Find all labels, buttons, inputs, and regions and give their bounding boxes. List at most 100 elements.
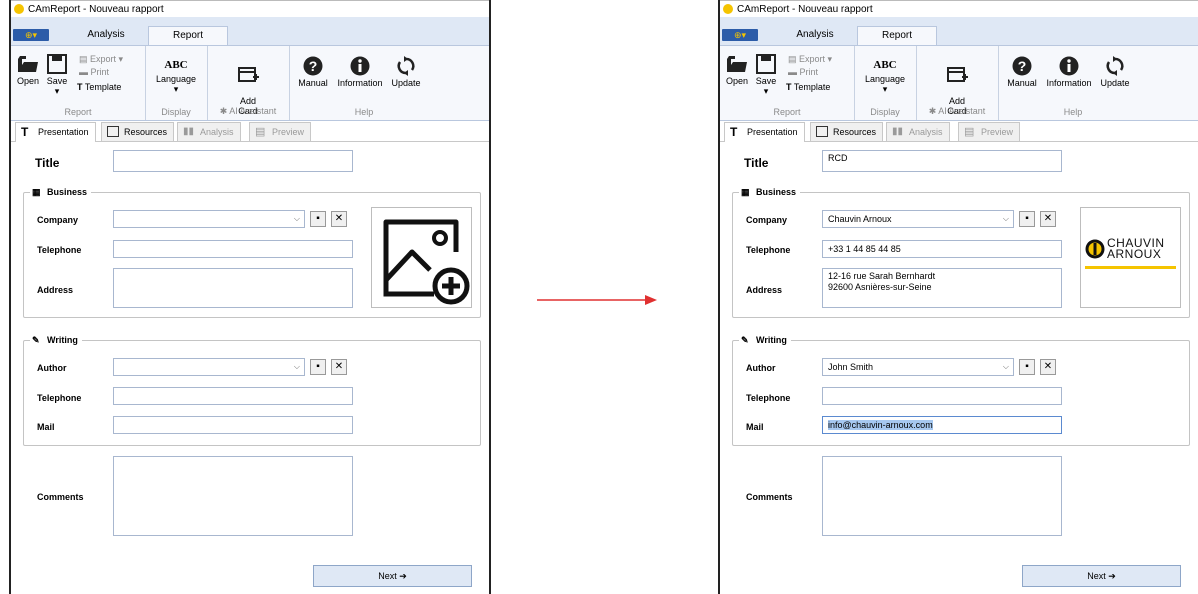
window-title: CAmReport - Nouveau rapport (737, 4, 873, 15)
open-button[interactable]: Open (724, 54, 750, 86)
author-combo[interactable]: ⌵ (113, 358, 305, 376)
ribbon-tab-report[interactable]: Report (148, 26, 228, 46)
author-label: Author (37, 363, 67, 373)
author-combo[interactable]: John Smith ⌵ (822, 358, 1014, 376)
language-button[interactable]: ABC Language ▾ (860, 56, 910, 94)
open-button[interactable]: Open (15, 54, 41, 86)
app-menu-button[interactable]: ⊕▾ (722, 29, 758, 41)
company-clear-button[interactable]: ✕ (1040, 211, 1056, 227)
next-button[interactable]: Next ➔ (313, 565, 472, 587)
author-clear-button[interactable]: ✕ (331, 359, 347, 375)
company-combo[interactable]: ⌵ (113, 210, 305, 228)
business-telephone-input[interactable] (113, 240, 353, 258)
document-icon: ▤ (255, 126, 266, 138)
help-group: ? Manual Information Update Help (998, 46, 1148, 120)
ribbon-tab-report[interactable]: Report (857, 26, 937, 46)
manual-button[interactable]: ? Manual (1006, 56, 1038, 88)
tab-analysis[interactable]: ▮▮ Analysis (886, 122, 950, 141)
manual-button[interactable]: ? Manual (297, 56, 329, 88)
title-input[interactable]: RCD (822, 150, 1062, 172)
author-save-button[interactable]: ▪ (310, 359, 326, 375)
floppy-icon: ▪ (1025, 361, 1029, 372)
tab-analysis-label: Analysis (909, 127, 943, 137)
export-button[interactable]: ▤ Export ▾ (788, 54, 832, 65)
add-image-button[interactable] (371, 207, 472, 308)
business-telephone-input[interactable]: +33 1 44 85 44 85 (822, 240, 1062, 258)
add-image-icon (383, 219, 470, 305)
bar-chart-icon: ▮▮ (892, 126, 904, 137)
update-button[interactable]: Update (389, 56, 423, 88)
tab-analysis[interactable]: ▮▮ Analysis (177, 122, 241, 141)
author-value: John Smith (828, 362, 874, 372)
template-button[interactable]: T Template (786, 82, 830, 93)
update-label: Update (391, 78, 421, 88)
save-button[interactable]: Save ▾ (45, 54, 69, 96)
logo-line-2: ARNOUX (1107, 247, 1162, 261)
document-tabs: T Presentation Resources ▮▮ Analysis ▤ Prev… (720, 121, 1198, 142)
display-group: ABC Language ▾ Display (854, 46, 917, 120)
address-input[interactable]: 12-16 rue Sarah Bernhardt 92600 Asnières… (822, 268, 1062, 308)
company-save-button[interactable]: ▪ (310, 211, 326, 227)
close-icon: ✕ (1043, 361, 1053, 372)
tab-analysis-label: Analysis (200, 127, 234, 137)
company-save-button[interactable]: ▪ (1019, 211, 1035, 227)
comments-input[interactable] (113, 456, 353, 536)
company-combo[interactable]: Chauvin Arnoux ⌵ (822, 210, 1014, 228)
tab-preview[interactable]: ▤ Preview (249, 122, 312, 141)
print-button[interactable]: ▬ Print (79, 67, 109, 78)
company-clear-button[interactable]: ✕ (331, 211, 347, 227)
language-button[interactable]: ABC Language ▾ (151, 56, 201, 94)
address-label: Address (37, 285, 74, 295)
ribbon: Open Save ▾ ▤ Export ▾ ▬ Print T Template… (11, 45, 489, 121)
floppy-icon (756, 54, 776, 74)
next-button[interactable]: Next ➔ (1022, 565, 1181, 587)
tab-presentation[interactable]: T Presentation (15, 122, 96, 142)
chevron-down-icon: ⌵ (1002, 214, 1009, 223)
information-label: Information (337, 78, 383, 88)
mail-input[interactable]: info@chauvin-arnoux.com (822, 416, 1062, 434)
information-button[interactable]: Information (1042, 56, 1096, 88)
ribbon-tab-analysis[interactable]: Analysis (772, 26, 858, 45)
company-logo-image[interactable]: CHAUVIN ARNOUX (1080, 207, 1181, 308)
tab-preview[interactable]: ▤ Preview (958, 122, 1021, 141)
tab-resources-label: Resources (833, 127, 877, 137)
abc-icon: ABC (164, 59, 188, 71)
title-label: Title (744, 156, 769, 170)
add-card-icon (238, 67, 259, 82)
author-save-button[interactable]: ▪ (1019, 359, 1035, 375)
writing-label: Writing (47, 335, 78, 345)
template-button[interactable]: T Template (77, 82, 121, 93)
mail-value: info@chauvin-arnoux.com (828, 420, 933, 430)
author-clear-button[interactable]: ✕ (1040, 359, 1056, 375)
arrow-right-icon (537, 295, 657, 305)
title-label: Title (35, 156, 60, 170)
app-menu-button[interactable]: ⊕▾ (13, 29, 49, 41)
mail-label: Mail (746, 422, 764, 432)
save-label: Save (755, 76, 777, 86)
ribbon-tab-analysis[interactable]: Analysis (63, 26, 149, 45)
save-button[interactable]: Save ▾ (754, 54, 778, 96)
manual-label: Manual (298, 78, 328, 88)
update-button[interactable]: Update (1098, 56, 1132, 88)
writing-telephone-label: Telephone (746, 393, 791, 403)
tab-presentation-label: Presentation (38, 127, 89, 137)
writing-telephone-input[interactable] (822, 387, 1062, 405)
comments-input[interactable] (822, 456, 1062, 536)
print-label: Print (90, 67, 110, 77)
title-input[interactable] (113, 150, 353, 172)
floppy-icon: ▪ (1025, 213, 1029, 224)
mail-input[interactable] (113, 416, 353, 434)
writing-telephone-input[interactable] (113, 387, 353, 405)
information-label: Information (1046, 78, 1092, 88)
window-title: CAmReport - Nouveau rapport (28, 4, 164, 15)
export-button[interactable]: ▤ Export ▾ (79, 54, 123, 65)
tab-resources[interactable]: Resources (101, 122, 175, 141)
question-icon: ? (303, 56, 323, 76)
print-button[interactable]: ▬ Print (788, 67, 818, 78)
document-icon: ▤ (964, 126, 975, 138)
address-input[interactable] (113, 268, 353, 308)
tab-resources[interactable]: Resources (810, 122, 884, 141)
information-button[interactable]: Information (333, 56, 387, 88)
window-after: CAmReport - Nouveau rapport ⊕▾ Analysis … (718, 0, 1198, 594)
tab-presentation[interactable]: T Presentation (724, 122, 805, 142)
